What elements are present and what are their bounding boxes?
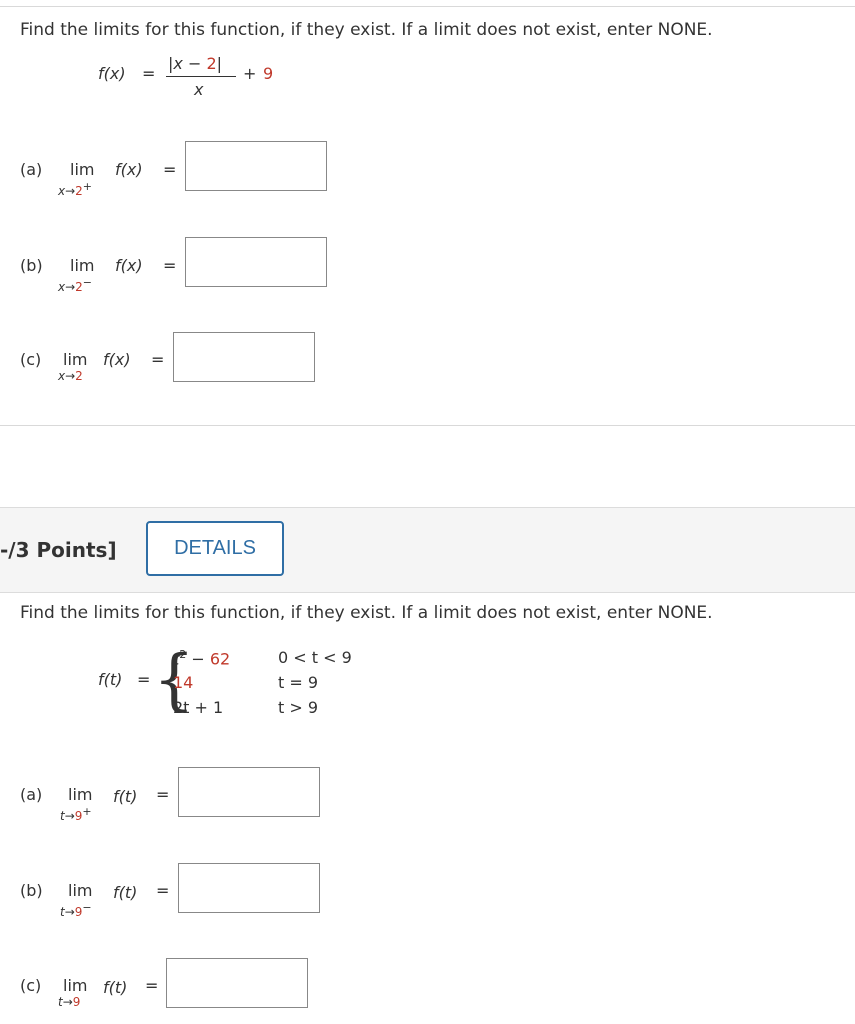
lim-equals: = <box>156 785 170 804</box>
lim-value: 2 <box>75 280 83 294</box>
case-1-op: − <box>186 649 210 669</box>
lim-equals: = <box>151 350 165 369</box>
equals-sign: = <box>137 670 151 689</box>
lim-value: 2 <box>75 369 83 383</box>
question1-prompt: Find the limits for this function, if th… <box>20 20 713 40</box>
answer-input-q1c[interactable] <box>173 332 315 382</box>
lim-equals: = <box>145 976 159 995</box>
lim-var: x→ <box>58 280 76 294</box>
part-label: (c) <box>20 976 42 995</box>
lim-subscript: t→9− <box>60 901 92 919</box>
lim-function: f(t) <box>113 883 138 902</box>
equals-sign: = <box>142 64 156 83</box>
lim-value: 2 <box>75 184 83 198</box>
lim-text: lim <box>70 160 95 179</box>
fraction-numerator: |x − 2| <box>168 54 222 73</box>
question-divider <box>0 425 855 426</box>
lim-direction: − <box>82 901 92 914</box>
lim-equals: = <box>163 256 177 275</box>
answer-input-q1b[interactable] <box>185 237 327 287</box>
part-label: (a) <box>20 785 43 804</box>
numerator-text: |x − <box>168 54 202 73</box>
lim-function: f(t) <box>103 978 128 997</box>
lim-var: x→ <box>58 369 76 383</box>
case-2-expression: 14 <box>173 673 194 692</box>
lim-direction: + <box>82 180 93 193</box>
fraction-bar <box>166 76 236 77</box>
lim-equals: = <box>156 881 170 900</box>
lim-subscript: x→2 <box>58 369 83 383</box>
lim-subscript: x→2− <box>58 276 92 294</box>
numerator-value: 2 <box>206 54 217 73</box>
lim-var: x→ <box>58 184 76 198</box>
answer-input-q2a[interactable] <box>178 767 320 817</box>
function-name: f(x) <box>98 64 126 83</box>
lim-value: 9 <box>72 995 81 1009</box>
function-name: f(t) <box>98 670 123 689</box>
lim-text: lim <box>68 785 93 804</box>
top-divider <box>0 6 855 7</box>
case-1-condition: 0 < t < 9 <box>278 648 352 667</box>
lim-equals: = <box>163 160 177 179</box>
lim-function: f(x) <box>115 160 143 179</box>
lim-subscript: t→9+ <box>60 805 92 823</box>
lim-text: lim <box>70 256 95 275</box>
lim-text: lim <box>63 976 88 995</box>
case-2-condition: t = 9 <box>278 673 319 692</box>
answer-input-q2b[interactable] <box>178 863 320 913</box>
part-label: (b) <box>20 256 43 275</box>
lim-text: lim <box>68 881 93 900</box>
case-1-value: 62 <box>209 649 231 669</box>
part-label: (c) <box>20 350 42 369</box>
lim-direction: − <box>82 276 93 289</box>
lim-function: f(x) <box>115 256 143 275</box>
lim-var: t→ <box>58 995 73 1009</box>
question2-prompt: Find the limits for this function, if th… <box>20 603 713 623</box>
numerator-close: | <box>216 54 223 73</box>
lim-var: t→ <box>60 905 75 919</box>
lim-function: f(t) <box>113 787 138 806</box>
lim-subscript: x→2+ <box>58 180 92 198</box>
question2-header <box>0 507 855 593</box>
fraction-denominator: x <box>194 80 204 99</box>
case-3-expression: 2t + 1 <box>173 698 224 717</box>
answer-input-q1a[interactable] <box>185 141 327 191</box>
part-label: (a) <box>20 160 43 179</box>
lim-subscript: t→9 <box>58 995 80 1009</box>
constant-value: 9 <box>263 64 274 83</box>
lim-function: f(x) <box>103 350 131 369</box>
part-label: (b) <box>20 881 43 900</box>
answer-input-q2c[interactable] <box>166 958 308 1008</box>
case-3-condition: t > 9 <box>278 698 319 717</box>
lim-direction: + <box>82 805 92 818</box>
points-label: -/3 Points] <box>0 538 117 562</box>
lim-var: t→ <box>60 809 75 823</box>
details-button[interactable]: DETAILS <box>146 521 284 576</box>
case-1-expression: t2 − 62 <box>173 648 230 668</box>
plus-sign: + <box>243 64 257 83</box>
lim-text: lim <box>63 350 88 369</box>
